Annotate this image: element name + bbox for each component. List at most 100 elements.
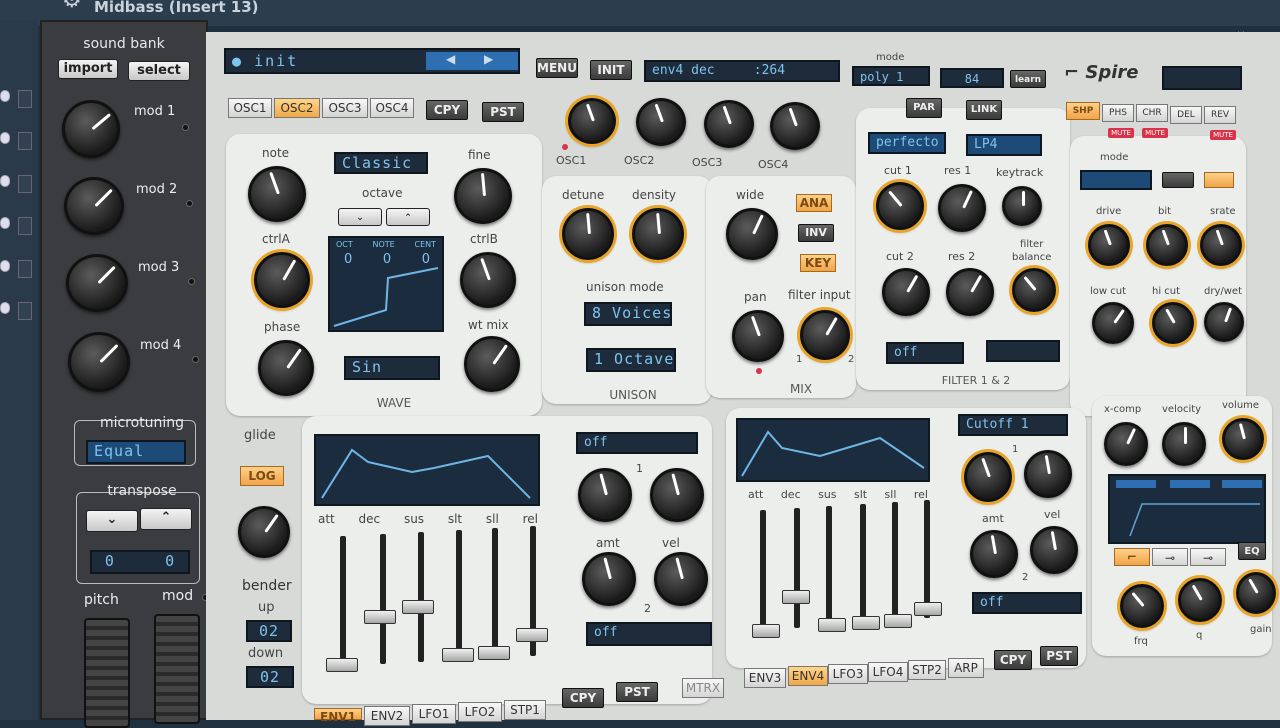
- osc-paste-button[interactable]: PST: [482, 102, 524, 122]
- env2-sll-fader[interactable]: [884, 614, 912, 628]
- env1-dec-fader[interactable]: [364, 610, 396, 624]
- bit-knob[interactable]: [1146, 224, 1188, 266]
- ctrlA-knob[interactable]: [254, 252, 310, 308]
- filter-slot-b[interactable]: [986, 340, 1060, 362]
- transpose-display[interactable]: 0 0: [90, 550, 190, 574]
- env1-sll-fader[interactable]: [478, 646, 510, 660]
- env1-att-fader[interactable]: [326, 658, 358, 672]
- xcomp-knob[interactable]: [1104, 422, 1148, 466]
- mod-4-knob[interactable]: [68, 332, 130, 392]
- filter1-type-display[interactable]: perfecto: [868, 132, 946, 154]
- tab-lfo1[interactable]: LFO1: [412, 704, 456, 724]
- daw-slot[interactable]: [18, 175, 32, 193]
- mod-2-knob[interactable]: [64, 177, 124, 235]
- fx-tab-chr[interactable]: CHR: [1136, 104, 1168, 122]
- fx-tab-phs[interactable]: PHS: [1102, 104, 1134, 122]
- env1-amt2-knob[interactable]: [582, 552, 636, 606]
- unison-voices-display[interactable]: 8 Voices: [584, 302, 672, 326]
- osc4-level-knob[interactable]: [770, 102, 820, 150]
- res2-knob[interactable]: [946, 268, 994, 316]
- daw-slot[interactable]: [18, 90, 32, 108]
- daw-slot[interactable]: [18, 217, 32, 235]
- fx-option-button-a[interactable]: [1162, 172, 1194, 188]
- env1-amt1-knob[interactable]: [578, 468, 632, 522]
- volume-knob[interactable]: [1222, 418, 1264, 460]
- note-knob[interactable]: [248, 166, 306, 222]
- filter-balance-knob[interactable]: [1012, 268, 1056, 312]
- filter2-type-display[interactable]: LP4: [966, 134, 1042, 156]
- env2-sus-fader[interactable]: [818, 618, 846, 632]
- microtuning-display[interactable]: Equal: [86, 440, 186, 464]
- eq-frq-knob[interactable]: [1120, 584, 1164, 628]
- fx-tab-del[interactable]: DEL: [1170, 106, 1202, 124]
- fine-knob[interactable]: [454, 168, 512, 224]
- fx-mute-rev[interactable]: MUTE: [1210, 130, 1236, 140]
- tab-stp2[interactable]: STP2: [908, 660, 946, 680]
- daw-slot[interactable]: [18, 132, 32, 150]
- env1-vel1-knob[interactable]: [650, 468, 704, 522]
- env2-vel2-knob[interactable]: [1030, 526, 1078, 574]
- poly-mode-display[interactable]: poly 1: [852, 66, 930, 86]
- env1-slt-fader[interactable]: [442, 648, 474, 662]
- daw-slot[interactable]: [18, 302, 32, 320]
- prev-patch-icon[interactable]: ◀: [446, 52, 455, 66]
- matrix-button[interactable]: MTRX: [682, 678, 724, 698]
- ana-button[interactable]: ANA: [796, 194, 832, 212]
- tab-lfo4[interactable]: LFO4: [868, 662, 908, 682]
- tab-osc3[interactable]: OSC3: [322, 98, 368, 118]
- transpose-up-button[interactable]: ⌃: [140, 508, 192, 530]
- bender-down-value[interactable]: 02: [246, 666, 294, 688]
- hi-cut-knob[interactable]: [1152, 302, 1194, 344]
- tab-osc1[interactable]: OSC1: [228, 98, 272, 118]
- next-patch-icon[interactable]: ▶: [484, 52, 493, 66]
- drive-knob[interactable]: [1088, 224, 1130, 266]
- osc1-level-knob[interactable]: [568, 98, 616, 144]
- env1-paste-button[interactable]: PST: [616, 682, 658, 702]
- daw-button[interactable]: [0, 260, 10, 272]
- daw-button[interactable]: [0, 132, 10, 144]
- density-knob[interactable]: [632, 208, 684, 260]
- pitch-wheel[interactable]: [84, 618, 130, 728]
- tab-lfo3[interactable]: LFO3: [828, 664, 868, 684]
- env2-rel-fader[interactable]: [914, 602, 942, 616]
- daw-button[interactable]: [0, 90, 10, 102]
- eq-button[interactable]: EQ: [1238, 542, 1266, 560]
- keytrack-knob[interactable]: [1002, 186, 1042, 226]
- tab-arp[interactable]: ARP: [948, 658, 984, 678]
- pan-knob[interactable]: [732, 310, 784, 362]
- fx-option-button-b[interactable]: [1204, 172, 1234, 188]
- tab-osc4[interactable]: OSC4: [370, 98, 414, 118]
- key-button[interactable]: KEY: [800, 254, 836, 272]
- env1-copy-button[interactable]: CPY: [562, 688, 604, 708]
- gear-icon[interactable]: ⚙: [62, 0, 82, 12]
- detune-knob[interactable]: [562, 208, 614, 260]
- unison-range-display[interactable]: 1 Octave: [586, 348, 676, 372]
- glide-knob[interactable]: [238, 506, 290, 558]
- octave-down-button[interactable]: ⌄: [338, 208, 382, 226]
- tab-env1[interactable]: ENV1: [314, 708, 362, 724]
- daw-button[interactable]: [0, 175, 10, 187]
- eq-lowshelf-button[interactable]: ⌐: [1114, 548, 1150, 566]
- tab-env3[interactable]: ENV3: [744, 668, 786, 688]
- env2-slt-fader[interactable]: [852, 616, 880, 630]
- env1-vel2-knob[interactable]: [654, 552, 708, 606]
- ctrlB-knob[interactable]: [460, 252, 516, 308]
- srate-knob[interactable]: [1200, 224, 1242, 266]
- env2-dest2-display[interactable]: off: [972, 592, 1082, 614]
- osc2-level-knob[interactable]: [636, 98, 686, 146]
- cut1-knob[interactable]: [876, 182, 924, 230]
- filter-slot-a[interactable]: off: [886, 342, 964, 364]
- select-button[interactable]: select: [128, 61, 190, 81]
- velocity-knob[interactable]: [1162, 422, 1206, 466]
- cut2-knob[interactable]: [882, 268, 930, 316]
- inv-button[interactable]: INV: [798, 224, 834, 242]
- init-button[interactable]: INIT: [590, 60, 632, 80]
- wide-knob[interactable]: [726, 208, 778, 260]
- eq-gain-knob[interactable]: [1236, 572, 1276, 614]
- dry-wet-knob[interactable]: [1204, 302, 1244, 342]
- eq-q-knob[interactable]: [1178, 578, 1222, 622]
- fx-tab-rev[interactable]: REV: [1204, 106, 1236, 124]
- tab-env4[interactable]: ENV4: [788, 666, 828, 686]
- daw-button[interactable]: [0, 302, 10, 314]
- mod-wheel[interactable]: [154, 614, 200, 724]
